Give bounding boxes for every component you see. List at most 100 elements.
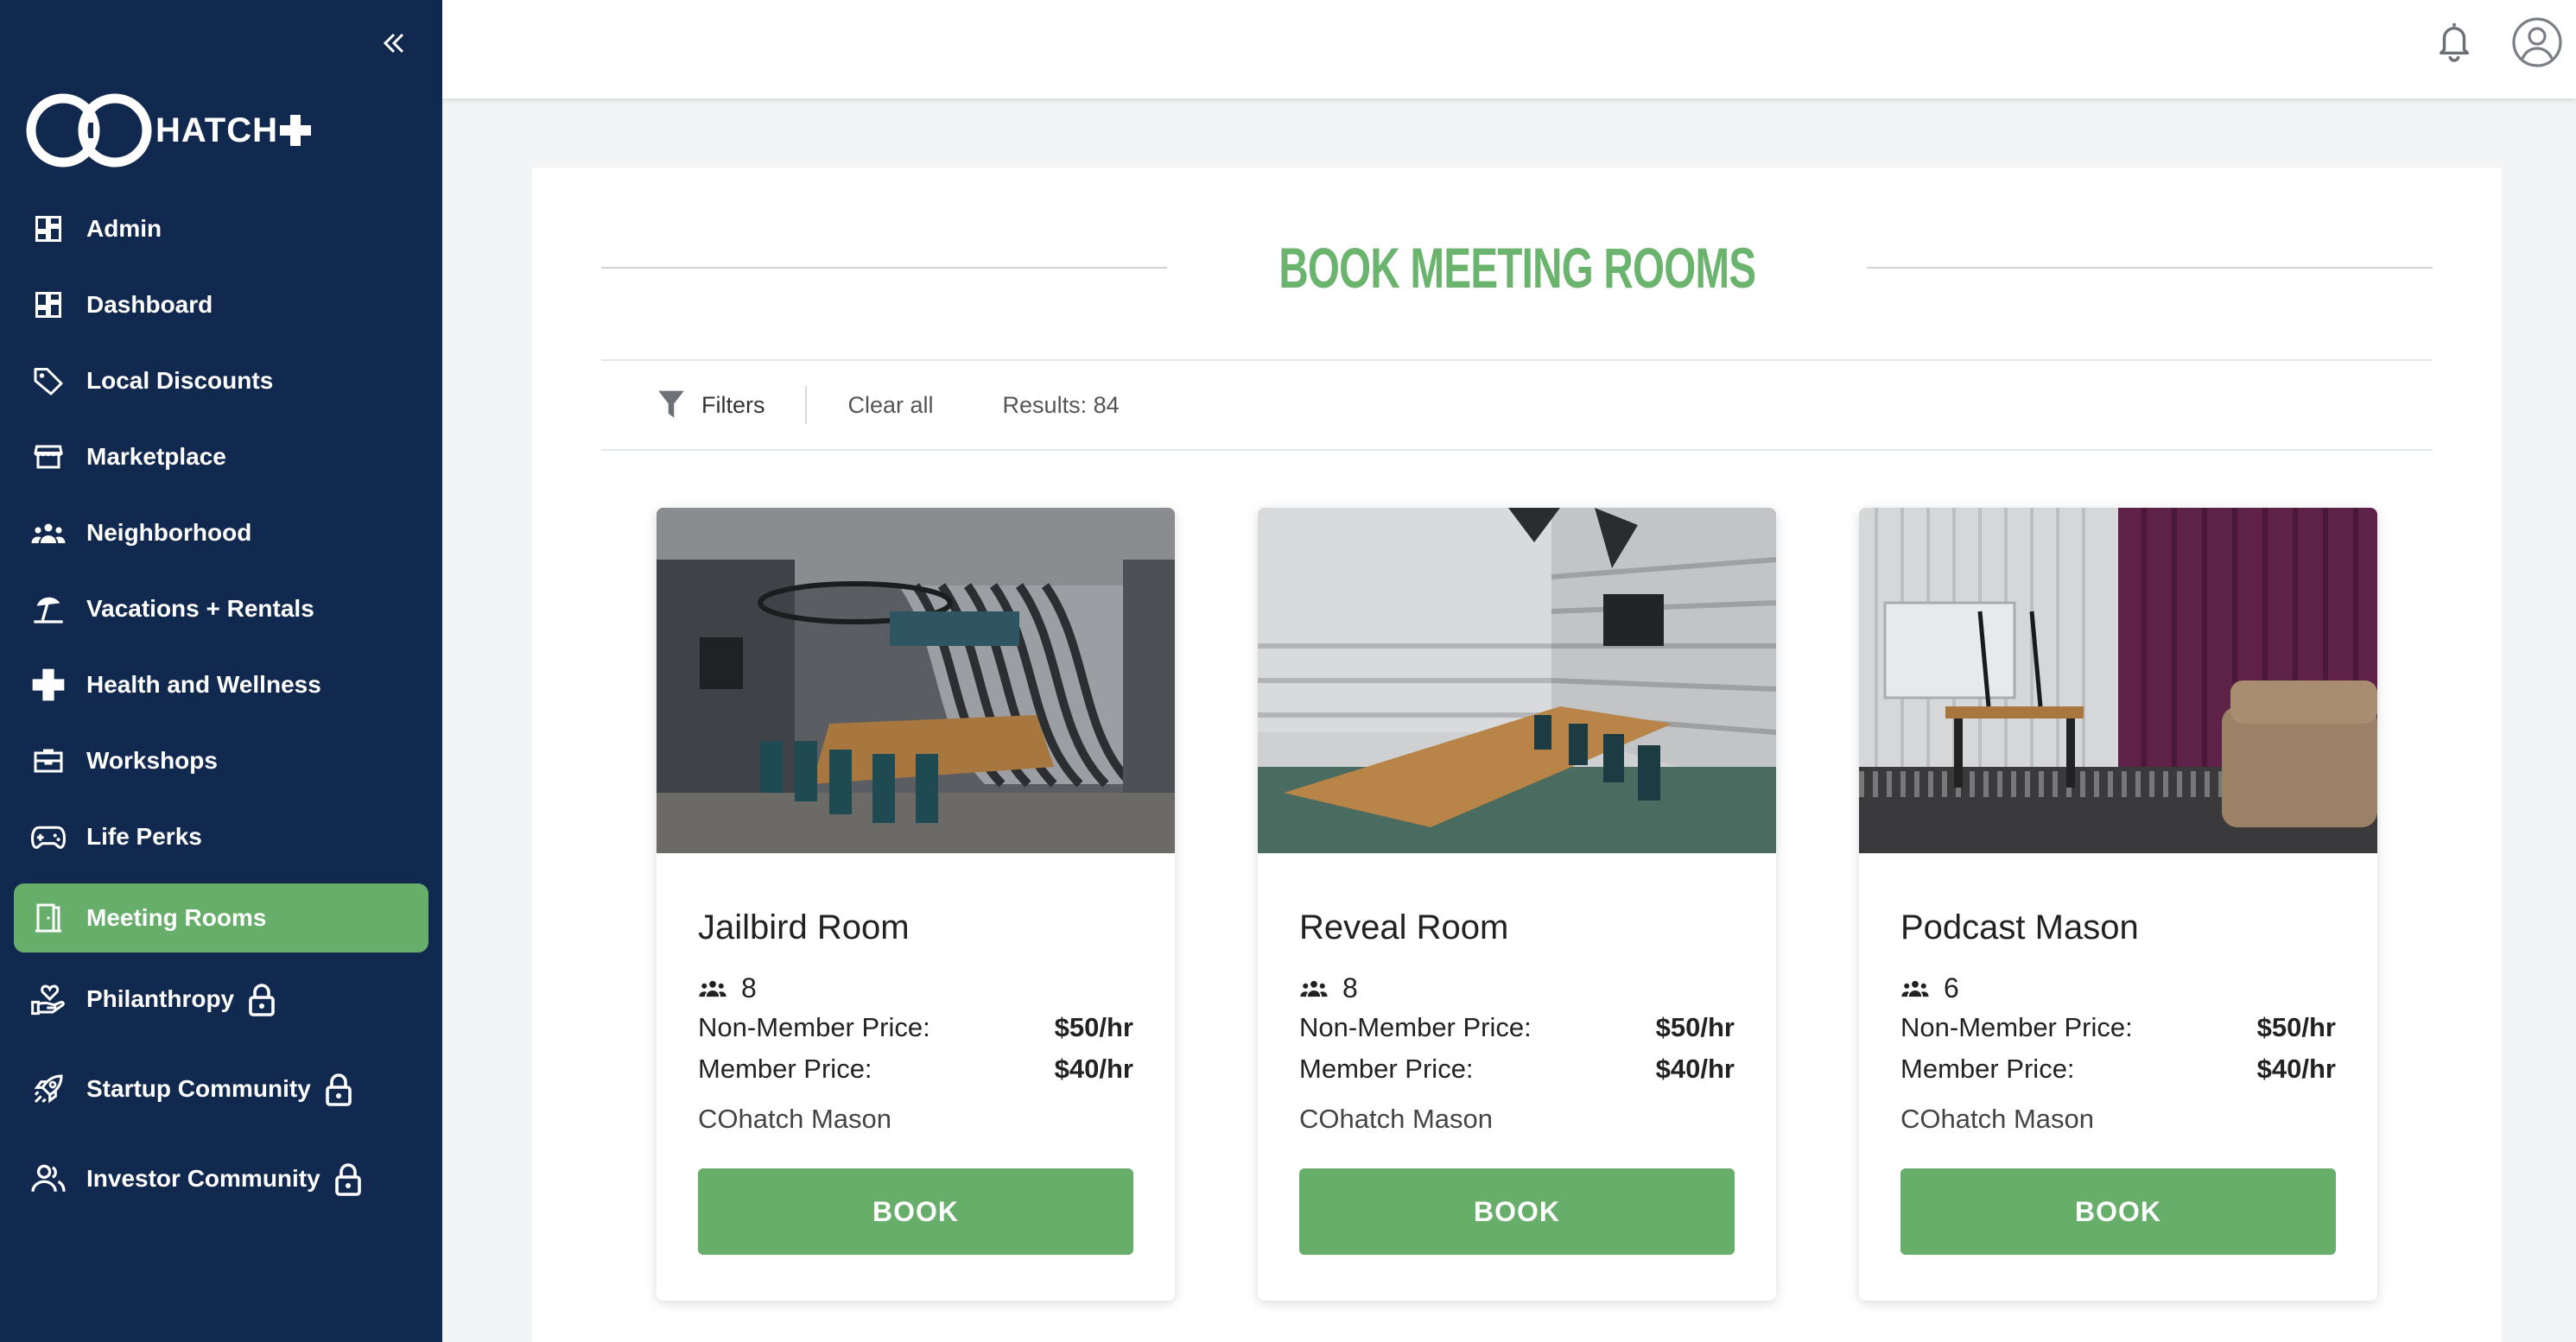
filters-label: Filters (701, 391, 765, 418)
top-bar (442, 0, 2576, 98)
user-avatar-icon (2512, 17, 2562, 67)
room-card: Podcast Mason 6 Non-Member Price: $50/hr… (1859, 508, 2377, 1301)
sidebar-item-label: Neighborhood (86, 519, 252, 546)
double-chevron-left-icon (383, 33, 404, 54)
filters-button[interactable]: Filters (657, 389, 765, 421)
room-location: COhatch Mason (1299, 1104, 1493, 1134)
sidebar-item-neighborhood[interactable]: Neighborhood (14, 498, 428, 567)
room-location: COhatch Mason (698, 1104, 891, 1134)
title-divider-right (1867, 267, 2433, 269)
sidebar-item-label: Dashboard (86, 291, 213, 318)
sidebar-item-vacations-rentals[interactable]: Vacations + Rentals (14, 574, 428, 643)
notifications-button[interactable] (2433, 17, 2476, 66)
sidebar-item-label: Admin (86, 215, 162, 242)
room-name: Podcast Mason (1900, 908, 2139, 946)
user-avatar-button[interactable] (2510, 16, 2564, 69)
sidebar-item-label: Vacations + Rentals (86, 595, 314, 622)
clear-all-button[interactable]: Clear all (848, 392, 934, 419)
tag-icon (29, 362, 67, 400)
dashboard-grid-icon (29, 210, 67, 248)
room-photo[interactable] (1859, 508, 2377, 853)
book-button[interactable]: BOOK (698, 1168, 1133, 1255)
non-member-price-value: $50/hr (1655, 1012, 1735, 1042)
toolbox-icon (29, 742, 67, 780)
sidebar-item-admin[interactable]: Admin (14, 194, 428, 263)
rocket-icon (29, 1070, 67, 1108)
plus-logo-icon (280, 115, 312, 146)
filter-divider (804, 386, 807, 424)
sidebar-item-label: Philanthropy (86, 985, 235, 1012)
title-row: BOOK MEETING ROOMS (601, 233, 2433, 302)
sidebar-item-startup-community[interactable]: Startup Community (14, 1054, 428, 1124)
sidebar-item-label: Local Discounts (86, 367, 274, 394)
sidebar: HATCH Admin Dashboard Local Discounts Ma… (0, 0, 442, 1342)
member-price-label: Member Price: (1900, 1054, 2075, 1084)
room-card: Jailbird Room 8 Non-Member Price: $50/hr… (657, 508, 1175, 1301)
lock-icon (248, 982, 276, 1016)
non-member-price-row: Non-Member Price: $50/hr (698, 1012, 1133, 1043)
users-icon (29, 1160, 67, 1198)
people-group-icon (1300, 980, 1328, 997)
bell-icon (2439, 22, 2470, 62)
room-name: Reveal Room (1299, 908, 1509, 946)
storefront-icon (29, 438, 67, 476)
room-name: Jailbird Room (698, 908, 910, 946)
capacity-value: 8 (1342, 972, 1358, 1003)
non-member-price-label: Non-Member Price: (1900, 1012, 2133, 1042)
capacity-value: 6 (1944, 972, 1959, 1003)
non-member-price-value: $50/hr (1054, 1012, 1133, 1042)
sidebar-item-investor-community[interactable]: Investor Community (14, 1144, 428, 1213)
sidebar-item-workshops[interactable]: Workshops (14, 726, 428, 795)
page-title: BOOK MEETING ROOMS (1278, 236, 1756, 300)
co-logo-mark (26, 93, 152, 168)
people-group-icon (1901, 980, 1929, 997)
hand-heart-icon (29, 980, 67, 1018)
capacity-value: 8 (741, 972, 757, 1003)
member-price-row: Member Price: $40/hr (1900, 1054, 2336, 1085)
sidebar-item-local-discounts[interactable]: Local Discounts (14, 346, 428, 415)
sidebar-item-marketplace[interactable]: Marketplace (14, 422, 428, 491)
lock-icon (325, 1072, 352, 1106)
collapse-sidebar-button[interactable] (375, 24, 413, 62)
door-icon (29, 899, 67, 937)
cohatch-logo[interactable]: HATCH (26, 93, 313, 168)
beach-umbrella-icon (29, 590, 67, 628)
sidebar-item-philanthropy[interactable]: Philanthropy (14, 965, 428, 1034)
non-member-price-label: Non-Member Price: (1299, 1012, 1532, 1042)
people-group-icon (699, 980, 726, 997)
room-card: Reveal Room 8 Non-Member Price: $50/hr M… (1258, 508, 1776, 1301)
gamepad-icon (29, 818, 67, 856)
people-group-icon (29, 514, 67, 552)
sidebar-item-label: Investor Community (86, 1165, 320, 1192)
member-price-value: $40/hr (1054, 1054, 1133, 1084)
non-member-price-row: Non-Member Price: $50/hr (1299, 1012, 1735, 1043)
member-price-row: Member Price: $40/hr (1299, 1054, 1735, 1085)
sidebar-item-label: Life Perks (86, 823, 202, 850)
member-price-label: Member Price: (1299, 1054, 1474, 1084)
room-capacity: 8 (698, 972, 757, 1004)
book-button[interactable]: BOOK (1299, 1168, 1735, 1255)
book-button[interactable]: BOOK (1900, 1168, 2336, 1255)
title-divider-left (601, 267, 1167, 269)
sidebar-item-label: Health and Wellness (86, 671, 321, 698)
room-photo[interactable] (657, 508, 1175, 853)
sidebar-item-health-wellness[interactable]: Health and Wellness (14, 650, 428, 719)
room-capacity: 8 (1299, 972, 1358, 1004)
room-location: COhatch Mason (1900, 1104, 2094, 1134)
filter-bar: Filters Clear all Results: 84 (601, 359, 2433, 451)
sidebar-item-meeting-rooms[interactable]: Meeting Rooms (14, 883, 428, 953)
sidebar-item-life-perks[interactable]: Life Perks (14, 802, 428, 871)
non-member-price-row: Non-Member Price: $50/hr (1900, 1012, 2336, 1043)
non-member-price-value: $50/hr (2256, 1012, 2336, 1042)
logo-text: HATCH (155, 111, 279, 149)
dashboard-grid-icon (29, 286, 67, 324)
member-price-label: Member Price: (698, 1054, 872, 1084)
sidebar-item-label: Marketplace (86, 443, 226, 470)
main-panel: BOOK MEETING ROOMS Filters Clear all Res… (532, 168, 2502, 1342)
member-price-value: $40/hr (2256, 1054, 2336, 1084)
medical-cross-icon (29, 666, 67, 704)
sidebar-item-dashboard[interactable]: Dashboard (14, 270, 428, 339)
non-member-price-label: Non-Member Price: (698, 1012, 930, 1042)
room-capacity: 6 (1900, 972, 1959, 1004)
room-photo[interactable] (1258, 508, 1776, 853)
